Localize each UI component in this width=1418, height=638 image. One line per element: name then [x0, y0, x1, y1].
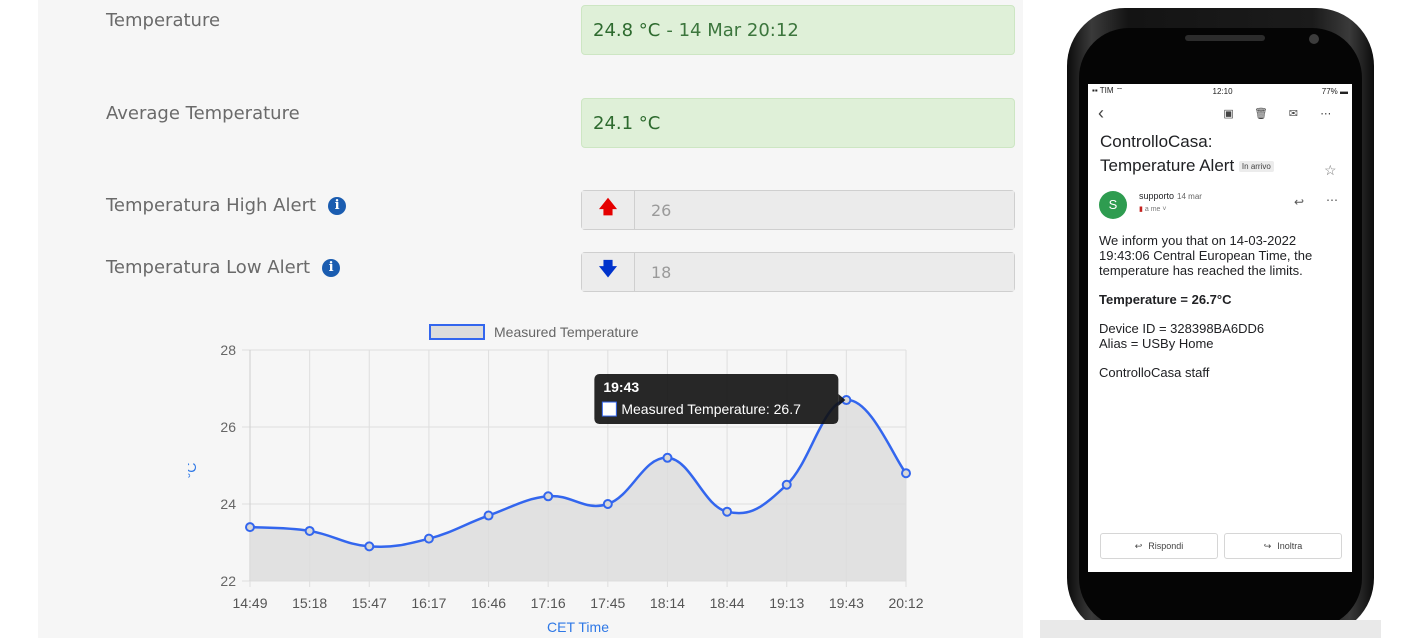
low-alert-input[interactable]: 18	[635, 253, 1014, 291]
legend-label: Measured Temperature	[494, 324, 639, 340]
battery: 77% ▬	[1321, 86, 1348, 96]
data-point	[543, 491, 554, 502]
avatar: S	[1099, 190, 1127, 219]
email-actions: ↩ Rispondi ↪ Inoltra	[1100, 533, 1342, 559]
x-tick-label: 18:44	[710, 595, 745, 611]
phone-speaker	[1185, 35, 1265, 41]
inbox-tag[interactable]: In arrivo	[1238, 160, 1274, 172]
tooltip-text: Measured Temperature: 26.7	[621, 401, 801, 417]
temperature-label-text: Temperature	[106, 10, 221, 31]
info-icon[interactable]: i	[328, 196, 347, 215]
dashboard-panel: Temperature 24.8 °C - 14 Mar 20:12 Avera…	[38, 0, 1023, 638]
star-icon[interactable]: ☆	[1324, 162, 1337, 179]
high-alert-input-group: 🡅 26	[581, 190, 1015, 230]
x-tick-label: 16:46	[471, 595, 506, 611]
reply-icon[interactable]: ↩	[1294, 195, 1304, 209]
data-point	[483, 510, 494, 521]
data-point	[901, 468, 911, 479]
y-tick-label: 24	[220, 496, 236, 512]
low-alert-input-group: 🡇 18	[581, 252, 1015, 292]
x-tick-label: 17:16	[531, 595, 566, 611]
average-temperature-label: Average Temperature	[106, 103, 300, 124]
sender-name: supporto 14 mar	[1139, 190, 1202, 201]
data-point	[781, 479, 792, 490]
data-point	[364, 541, 375, 552]
body-paragraph: We inform you that on 14-03-2022 19:43:0…	[1099, 232, 1313, 278]
email-screen: ▪︎▪︎ TIM ⌔ 12:10 77% ▬ ‹ ▣ 🗑 ✉ ⋯ Control…	[1088, 84, 1352, 572]
more-icon[interactable]: ⋯	[1310, 107, 1342, 120]
data-point	[662, 452, 673, 463]
temperature-label: Temperature	[106, 10, 220, 31]
phone-camera	[1309, 34, 1319, 44]
temperature-time: - 14 Mar 20:12	[666, 19, 799, 41]
x-tick-label: 18:14	[650, 595, 685, 611]
recipient[interactable]: ▮ a me ˅	[1139, 205, 1166, 213]
average-label-text: Average Temperature	[106, 103, 300, 124]
x-tick-label: 20:12	[888, 595, 923, 611]
tooltip-swatch	[601, 401, 617, 417]
high-alert-input[interactable]: 26	[635, 191, 1014, 229]
x-tick-label: 17:45	[590, 595, 625, 611]
info-icon[interactable]: i	[322, 258, 341, 277]
arrow-down-icon: 🡇	[582, 253, 635, 291]
status-bar: ▪︎▪︎ TIM ⌔ 12:10 77% ▬	[1088, 84, 1352, 98]
back-icon[interactable]: ‹	[1098, 103, 1212, 124]
high-alert-label-text: Temperatura High Alert	[106, 195, 317, 216]
tooltip-title: 19:43	[603, 379, 639, 395]
x-tick-label: 19:13	[769, 595, 804, 611]
x-tick-label: 15:18	[292, 595, 327, 611]
data-point	[602, 499, 613, 509]
data-point	[245, 522, 255, 533]
y-tick-label: 22	[220, 573, 236, 589]
subject-text: ControlloCasa: Temperature Alert	[1100, 132, 1235, 175]
x-tick-label: 19:43	[829, 595, 864, 611]
x-tick-label: 15:47	[352, 595, 387, 611]
reply-icon: ↩	[1134, 540, 1143, 551]
sender-row: S supporto 14 mar ▮ a me ˅ ↩ ⋯	[1088, 189, 1352, 233]
temperature-chart[interactable]: 22 24 26 28 14:49 15:18 15:47 16:17 16:46 17:16 17…	[188, 316, 928, 638]
more-icon[interactable]: ⋯	[1326, 193, 1338, 207]
email-subject: ControlloCasa: Temperature Alert In arri…	[1088, 128, 1318, 181]
body-temperature: Temperature = 26.7°C	[1099, 291, 1232, 307]
x-axis-label: CET Time	[547, 619, 609, 635]
arrow-up-icon: 🡅	[582, 191, 635, 229]
background-strip	[1040, 620, 1381, 638]
data-point	[722, 506, 733, 517]
data-point	[304, 525, 315, 536]
mail-icon[interactable]: ✉	[1277, 107, 1309, 120]
forward-icon: ↪	[1263, 540, 1272, 551]
phone-mockup: ▪︎▪︎ TIM ⌔ 12:10 77% ▬ ‹ ▣ 🗑 ✉ ⋯ Control…	[1040, 0, 1381, 638]
average-value-box: 24.1 °C	[581, 98, 1015, 148]
body-device: Device ID = 328398BA6DD6 Alias = USBy Hom…	[1099, 320, 1265, 351]
sender-date: 14 mar	[1177, 191, 1202, 201]
y-tick-label: 28	[220, 342, 236, 358]
email-body: We inform you that on 14-03-2022 19:43:0…	[1088, 233, 1352, 380]
low-alert-label: Temperatura Low Alert i	[106, 257, 341, 278]
temperature-value-box: 24.8 °C - 14 Mar 20:12	[581, 5, 1015, 55]
reply-button[interactable]: ↩ Rispondi	[1100, 533, 1218, 559]
average-value: 24.1 °C	[593, 112, 661, 134]
forward-button[interactable]: ↪ Inoltra	[1224, 533, 1342, 559]
legend-swatch	[429, 324, 485, 340]
trash-icon[interactable]: 🗑	[1245, 107, 1277, 120]
carrier: ▪︎▪︎ TIM ⌔	[1092, 86, 1124, 95]
x-tick-label: 14:49	[232, 595, 267, 611]
archive-icon[interactable]: ▣	[1212, 107, 1244, 120]
high-alert-label: Temperatura High Alert i	[106, 195, 347, 216]
clock: 12:10	[1212, 86, 1233, 96]
body-signature: ControlloCasa staff	[1099, 364, 1210, 380]
data-point	[423, 533, 434, 544]
temperature-value: 24.8 °C	[593, 19, 661, 41]
low-alert-label-text: Temperatura Low Alert	[106, 257, 311, 278]
email-toolbar: ‹ ▣ 🗑 ✉ ⋯	[1088, 98, 1352, 128]
y-tick-label: 26	[220, 419, 236, 435]
x-tick-label: 16:17	[411, 595, 446, 611]
y-axis-label: °C	[188, 463, 199, 479]
